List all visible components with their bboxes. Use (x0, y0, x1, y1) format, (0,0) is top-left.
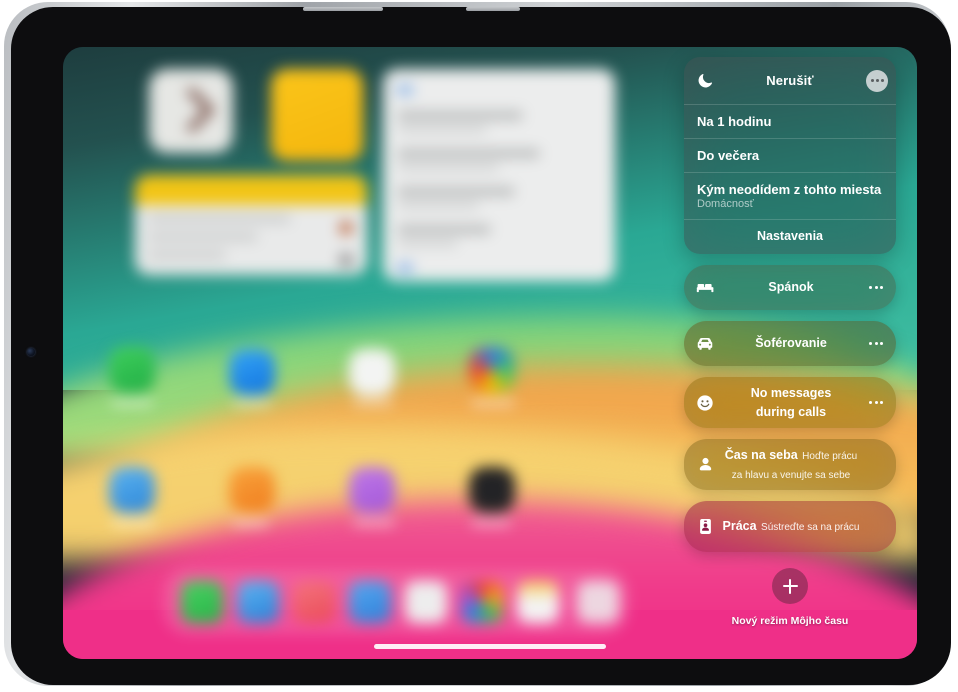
focus-mode-personal-time[interactable]: Čas na seba Hoďte prácu za hlavu a venuj… (684, 439, 896, 490)
focus-mode-work[interactable]: Práca Sústreďte sa na prácu (684, 501, 896, 552)
widget-list-left (135, 175, 367, 275)
dnd-title: Nerušiť (766, 73, 814, 88)
dock (163, 569, 629, 635)
focus-mode-no-messages-during-calls[interactable]: No messages during calls (684, 377, 896, 428)
car-icon (693, 332, 717, 356)
focus-mode-title: Spánok (768, 280, 814, 295)
focus-mode-title: Šoférovanie (755, 336, 827, 351)
person-icon (693, 453, 717, 477)
dnd-settings-button[interactable]: Nastavenia (684, 219, 896, 254)
power-button[interactable] (303, 7, 383, 11)
plus-icon[interactable] (772, 568, 808, 604)
front-camera (27, 348, 35, 356)
dnd-option-one-hour[interactable]: Na 1 hodinu (684, 104, 896, 138)
dnd-option-label: Do večera (697, 148, 760, 163)
volume-up-button[interactable] (466, 7, 520, 11)
widget-notes-yellow (271, 69, 363, 161)
focus-mode-more-button[interactable] (865, 401, 887, 404)
focus-mode-title: Práca (722, 519, 757, 534)
dnd-header: Nerušiť (684, 57, 896, 104)
widget-app-icon-large (149, 69, 233, 153)
focus-mode-title: Čas na seba (724, 448, 798, 463)
focus-mode-title: No messages during calls (750, 386, 832, 419)
dnd-option-until-evening[interactable]: Do večera (684, 138, 896, 172)
focus-mode-more-button[interactable] (865, 286, 887, 289)
badge-icon (693, 515, 717, 539)
ipad-bezel: Nerušiť Na 1 hodinu Do večera Kým neodíd… (11, 7, 951, 685)
focus-mode-sleep[interactable]: Spánok (684, 265, 896, 310)
dnd-option-until-i-leave[interactable]: Kým neodídem z tohto miesta Domácnosť (684, 172, 896, 219)
ipad-device-frame: Nerušiť Na 1 hodinu Do večera Kým neodíd… (4, 2, 951, 686)
home-indicator (374, 644, 606, 649)
bed-icon (693, 276, 717, 300)
add-focus-mode-label: Nový režim Môjho času (731, 615, 849, 627)
focus-mode-more-button[interactable] (865, 342, 887, 345)
ipad-screen: Nerušiť Na 1 hodinu Do večera Kým neodíd… (63, 47, 917, 659)
focus-mode-text: Práca Sústreďte sa na prácu (717, 517, 865, 535)
focus-mode-text: No messages during calls (717, 384, 865, 421)
focus-modes-panel: Nerušiť Na 1 hodinu Do večera Kým neodíd… (684, 57, 896, 627)
focus-mode-subtitle: Sústreďte sa na prácu (761, 522, 860, 534)
smiley-icon (693, 391, 717, 415)
focus-mode-driving[interactable]: Šoférovanie (684, 321, 896, 366)
dnd-option-sublabel: Domácnosť (697, 198, 754, 210)
focus-mode-text: Čas na seba Hoďte prácu za hlavu a venuj… (717, 446, 865, 483)
widget-list-right (383, 69, 615, 281)
focus-mode-text: Spánok (717, 278, 865, 296)
do-not-disturb-card[interactable]: Nerušiť Na 1 hodinu Do večera Kým neodíd… (684, 57, 896, 254)
dnd-more-options-button[interactable] (866, 69, 888, 92)
focus-mode-text: Šoférovanie (717, 334, 865, 352)
add-focus-mode: Nový režim Môjho času (684, 568, 896, 627)
moon-icon (692, 68, 718, 94)
dnd-option-label: Kým neodídem z tohto miesta (697, 182, 882, 197)
dnd-option-label: Na 1 hodinu (697, 114, 772, 129)
